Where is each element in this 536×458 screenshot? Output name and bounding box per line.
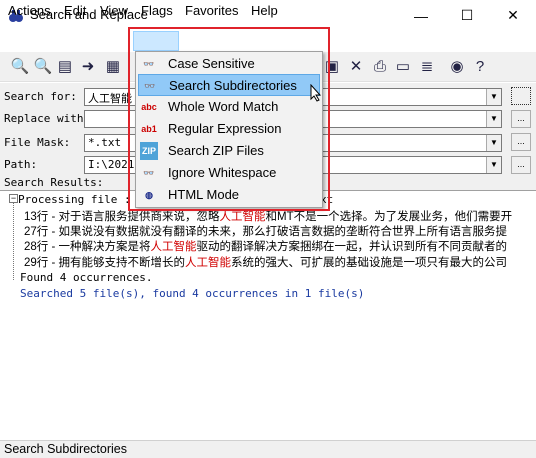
result-line[interactable]: 28行 - 一种解决方案是将人工智能驱动的翻译解决方案捆绑在一起，并认识到所有不…	[24, 238, 534, 254]
note-icon[interactable]: ▭	[393, 57, 413, 77]
search-options-button[interactable]	[511, 87, 531, 105]
replace-label: Replace with:	[4, 112, 91, 125]
search-binoculars-icon[interactable]: 🔍	[33, 57, 53, 77]
search-label: Search for:	[4, 90, 77, 103]
chevron-down-icon[interactable]: ▼	[486, 157, 501, 173]
delete-icon[interactable]: ✕	[346, 57, 366, 77]
path-browse-button[interactable]: ...	[511, 156, 531, 174]
tool-icon[interactable]: ▦	[103, 57, 123, 77]
filemask-label: File Mask:	[4, 136, 71, 149]
result-line[interactable]: 29行 - 拥有能够支持不断增长的人工智能系统的强大、可扩展的基础设施是一项只有…	[24, 254, 534, 270]
result-line[interactable]: 27行 - 如果说没有数据就没有翻译的未来，那么打破语言数据的垄断符合世界上所有…	[24, 223, 534, 239]
menu-flags[interactable]: Flags	[141, 2, 173, 20]
close-button[interactable]: ✕	[490, 0, 536, 31]
chevron-down-icon[interactable]: ▼	[486, 89, 501, 105]
help-icon[interactable]: ?	[470, 57, 490, 77]
menu-favorites[interactable]: Favorites	[185, 2, 238, 20]
found-count: Found 4 occurrences.	[20, 271, 153, 284]
search-summary: Searched 5 file(s), found 4 occurrences …	[20, 287, 365, 300]
search-value: 人工智能	[88, 92, 132, 105]
tree-line	[13, 202, 14, 280]
list-icon[interactable]: ≣	[417, 57, 437, 77]
status-text: Search Subdirectories	[4, 442, 127, 456]
minimize-button[interactable]: —	[398, 0, 444, 31]
menu-edit[interactable]: Edit	[64, 2, 86, 20]
flag-binoculars-icon[interactable]: ◉	[447, 57, 467, 77]
chevron-down-icon[interactable]: ▼	[486, 135, 501, 151]
folder-icon[interactable]: ▤	[55, 57, 75, 77]
filemask-value: *.txt	[88, 136, 122, 149]
filemask-browse-button[interactable]: ...	[511, 133, 531, 151]
menu-view[interactable]: View	[100, 2, 128, 20]
processing-line: Processing file : I	[18, 193, 133, 206]
menu-help[interactable]: Help	[251, 2, 278, 20]
collapse-icon[interactable]: −	[9, 194, 18, 203]
mouse-cursor-icon	[310, 83, 322, 105]
maximize-button[interactable]: ☐	[444, 0, 490, 31]
menu-actions[interactable]: Actions	[8, 2, 51, 20]
chevron-down-icon[interactable]: ▼	[486, 111, 501, 127]
search-binoculars-icon[interactable]: 🔍	[10, 57, 30, 77]
arrow-icon[interactable]: ➜	[78, 57, 98, 77]
replace-browse-button[interactable]: ...	[511, 110, 531, 128]
highlight-outline	[128, 27, 330, 211]
print-icon[interactable]: ⎙	[370, 57, 390, 77]
results-label: Search Results:	[4, 176, 104, 189]
path-label: Path:	[4, 158, 38, 171]
